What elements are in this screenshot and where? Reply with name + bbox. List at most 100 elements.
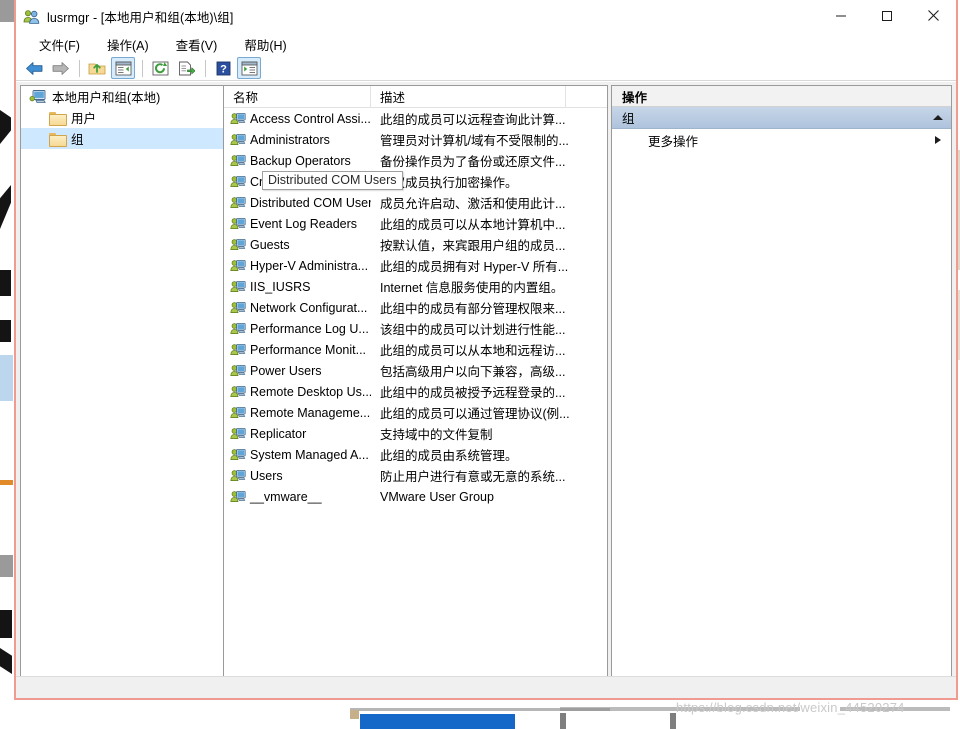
cell-group-name: Power Users [224,364,371,378]
up-folder-icon[interactable] [85,57,109,79]
cell-group-name: Replicator [224,427,371,441]
group-name-label: IIS_IUSRS [250,279,311,294]
folder-icon [49,111,67,126]
window-titlebar[interactable]: lusrmgr - [本地用户和组(本地)\组] [16,0,956,33]
table-row[interactable]: Performance Monit... 此组的成员可以从本地和远程访... [224,339,607,360]
table-row[interactable]: Performance Log U... 该组中的成员可以计划进行性能... [224,318,607,339]
cell-group-name: Users [224,469,371,483]
cell-group-name: System Managed A... [224,448,371,462]
tree-item-groups-label: 组 [71,133,84,147]
refresh-icon[interactable] [148,57,172,79]
row-tooltip: Distributed COM Users [262,171,403,190]
group-name-label: __vmware__ [250,489,322,504]
table-row[interactable]: Network Configurat... 此组中的成员有部分管理权限来... [224,297,607,318]
cell-group-description: 此组的成员可以远程查询此计算... [380,113,566,127]
table-row[interactable]: Event Log Readers 此组的成员可以从本地计算机中... [224,213,607,234]
cell-group-description: VMware User Group [380,489,494,504]
group-name-label: Network Configurat... [250,300,368,315]
cell-group-name: Guests [224,238,371,252]
bg-artifact [0,270,11,296]
table-row[interactable]: IIS_IUSRS Internet 信息服务使用的内置组。 [224,276,607,297]
cell-group-description: 包括高级用户以向下兼容，高级... [380,365,566,379]
table-row[interactable]: Distributed COM Users 成员允许启动、激活和使用此计... [224,192,607,213]
actions-group-header[interactable]: 组 [612,107,951,129]
group-name-label: Replicator [250,426,307,441]
menu-view[interactable]: 查看(V) [167,33,227,57]
show-hide-tree-icon[interactable] [111,57,135,79]
group-name-label: Users [250,468,283,483]
back-arrow-icon[interactable] [22,57,46,79]
export-list-icon[interactable] [174,57,198,79]
bg-artifact [0,648,12,674]
group-icon [230,406,246,420]
group-icon [230,364,246,378]
close-button[interactable] [910,0,956,31]
group-name-label: Power Users [250,363,322,378]
group-name-label: System Managed A... [250,447,369,462]
actions-pane-title: 操作 [612,86,951,107]
cell-group-name: Hyper-V Administra... [224,259,371,273]
minimize-button[interactable] [818,0,864,31]
bg-artifact [0,480,13,485]
column-header-name[interactable]: 名称 [224,86,371,108]
action-more-actions[interactable]: 更多操作 [612,129,951,151]
table-row[interactable]: Users 防止用户进行有意或无意的系统... [224,465,607,486]
groups-list-body[interactable]: Access Control Assi... 此组的成员可以远程查询此计算... A… [224,108,607,507]
table-row[interactable]: Administrators 管理员对计算机/域有不受限制的... [224,129,607,150]
console-panes: 本地用户和组(本地) 用户 组 名称 描述 Access Control Ass… [16,82,956,697]
taskbar-artifact [560,713,566,729]
bg-artifact [0,610,12,638]
cell-group-description: 授权成员执行加密操作。 [380,176,518,190]
tree-root-item[interactable]: 本地用户和组(本地) [21,86,223,107]
chevron-up-icon[interactable] [933,115,943,120]
forward-arrow-icon[interactable] [48,57,72,79]
group-icon [230,322,246,336]
show-action-pane-icon[interactable] [237,57,261,79]
group-name-label: Remote Desktop Us... [250,384,371,399]
bg-artifact [0,185,11,229]
tree-root-label: 本地用户和组(本地) [52,91,161,105]
group-name-label: Distributed COM Users [250,195,371,210]
toolbar: ? [16,56,956,81]
table-row[interactable]: Access Control Assi... 此组的成员可以远程查询此计算... [224,108,607,129]
column-header-description[interactable]: 描述 [371,86,566,108]
table-row[interactable]: __vmware__ VMware User Group [224,486,607,507]
group-icon [230,427,246,441]
table-row[interactable]: Backup Operators 备份操作员为了备份或还原文件... [224,150,607,171]
cell-group-description: 成员允许启动、激活和使用此计... [380,197,566,211]
bg-artifact [0,320,11,342]
group-icon [230,238,246,252]
tree-item-users[interactable]: 用户 [21,107,223,128]
action-more-actions-label: 更多操作 [648,134,699,149]
tree-item-groups[interactable]: 组 [21,128,223,149]
group-name-label: Performance Log U... [250,321,369,336]
table-row[interactable]: Remote Manageme... 此组的成员可以通过管理协议(例... [224,402,607,423]
table-row[interactable]: Replicator 支持域中的文件复制 [224,423,607,444]
group-icon [230,217,246,231]
help-icon[interactable]: ? [211,57,235,79]
group-name-label: Administrators [250,132,330,147]
table-row[interactable]: Power Users 包括高级用户以向下兼容，高级... [224,360,607,381]
group-icon [230,196,246,210]
group-name-label: Event Log Readers [250,216,358,231]
group-name-label: Performance Monit... [250,342,367,357]
cell-group-name: Backup Operators [224,154,371,168]
table-row[interactable]: Guests 按默认值，来宾跟用户组的成员... [224,234,607,255]
group-icon [230,259,246,273]
group-name-label: Hyper-V Administra... [250,258,369,273]
cell-group-name: Access Control Assi... [224,112,371,126]
group-name-label: Backup Operators [250,153,351,168]
maximize-button[interactable] [864,0,910,31]
table-row[interactable]: System Managed A... 此组的成员由系统管理。 [224,444,607,465]
menu-file[interactable]: 文件(F) [30,33,89,57]
menu-action[interactable]: 操作(A) [98,33,158,57]
cell-group-description: 此组的成员可以从本地计算机中... [380,218,566,232]
folder-icon [49,132,67,147]
menu-help[interactable]: 帮助(H) [235,33,295,57]
cell-group-name: Distributed COM Users [224,196,371,210]
group-icon [230,112,246,126]
table-row[interactable]: Remote Desktop Us... 此组中的成员被授予远程登录的... [224,381,607,402]
groups-list-pane: 名称 描述 Access Control Assi... 此组的成员可以远程查询此… [223,85,608,697]
table-row[interactable]: Hyper-V Administra... 此组的成员拥有对 Hyper-V 所有… [224,255,607,276]
bg-artifact [0,555,13,577]
